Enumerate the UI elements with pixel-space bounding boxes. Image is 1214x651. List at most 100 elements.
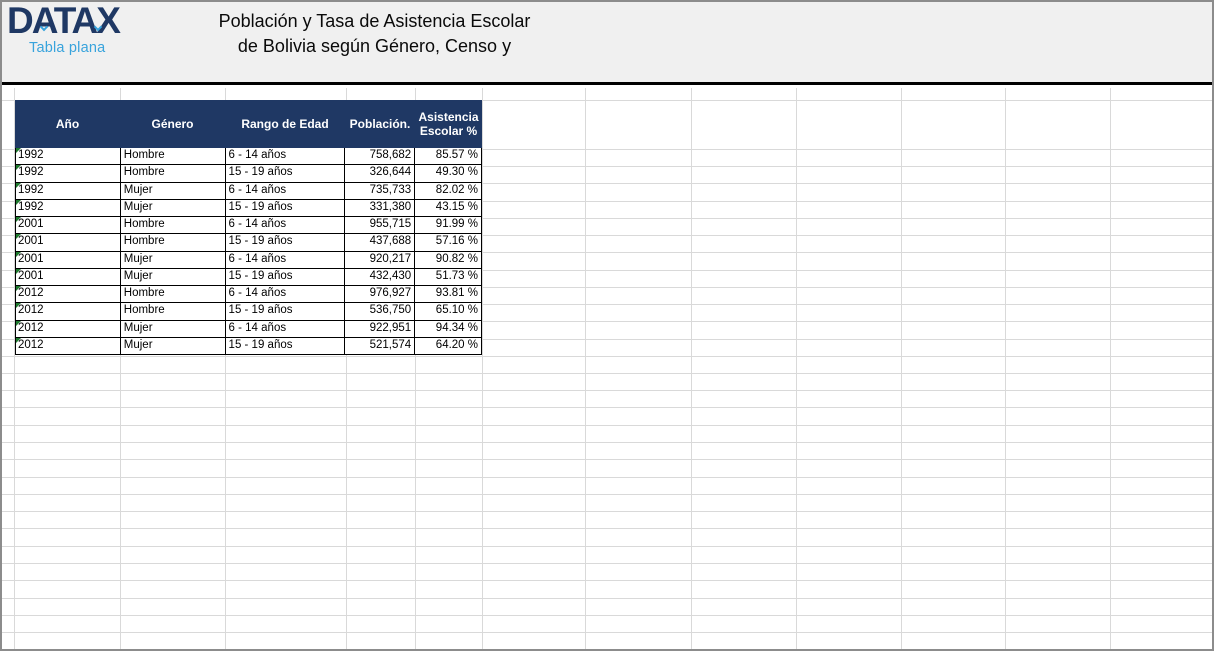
column-header-genero[interactable]: Género [120, 100, 225, 148]
cell-age-range[interactable]: 15 - 19 años [226, 303, 346, 320]
cell-attendance[interactable]: 85.57 % [415, 148, 482, 165]
table-row: 2001 Mujer 15 - 19 años 432,430 51.73 % [16, 268, 482, 286]
cell-population[interactable]: 955,715 [345, 217, 416, 234]
gridline [691, 88, 692, 649]
gridline [2, 632, 1212, 633]
cell-year-value: 2001 [18, 218, 44, 230]
gridline [2, 459, 1212, 460]
cell-year-value: 1992 [18, 166, 44, 179]
cell-year[interactable]: 2001 [16, 234, 121, 251]
error-indicator-icon [16, 268, 21, 274]
cell-attendance[interactable]: 64.20 % [415, 337, 482, 354]
cell-attendance[interactable]: 65.10 % [415, 303, 482, 320]
cell-gender[interactable]: Hombre [121, 165, 226, 182]
cell-year[interactable]: 1992 [16, 182, 121, 199]
cell-population[interactable]: 326,644 [345, 165, 416, 182]
cell-year-value: 2001 [18, 252, 44, 265]
cell-population[interactable]: 432,430 [345, 268, 416, 285]
cell-age-range[interactable]: 6 - 14 años [226, 286, 346, 303]
cell-population[interactable]: 536,750 [345, 303, 416, 320]
cell-gender[interactable]: Hombre [121, 148, 226, 165]
gridline [2, 546, 1212, 547]
error-indicator-icon [16, 199, 21, 205]
cell-age-range[interactable]: 15 - 19 años [226, 337, 346, 354]
table-row: 1992 Mujer 15 - 19 años 331,380 43.15 % [16, 199, 482, 217]
cell-attendance[interactable]: 90.82 % [415, 251, 482, 268]
gridline [1110, 88, 1111, 649]
cell-gender[interactable]: Hombre [121, 217, 226, 234]
error-indicator-icon [16, 165, 21, 171]
cell-population[interactable]: 758,682 [345, 148, 416, 165]
gridline [2, 425, 1212, 426]
cell-year-value: 2001 [18, 235, 44, 248]
cell-gender[interactable]: Mujer [121, 251, 226, 268]
cell-year-value: 2001 [18, 269, 44, 282]
column-header-rango-edad[interactable]: Rango de Edad [225, 100, 345, 148]
cell-age-range[interactable]: 6 - 14 años [226, 320, 346, 337]
gridline [2, 528, 1212, 529]
cell-population[interactable]: 735,733 [345, 182, 416, 199]
gridline [2, 598, 1212, 599]
cell-year-value: 2012 [18, 338, 44, 351]
cell-age-range[interactable]: 6 - 14 años [226, 251, 346, 268]
cell-attendance[interactable]: 57.16 % [415, 234, 482, 251]
cell-population[interactable]: 437,688 [345, 234, 416, 251]
cell-age-range[interactable]: 6 - 14 años [226, 217, 346, 234]
cell-age-range[interactable]: 15 - 19 años [226, 234, 346, 251]
cell-year[interactable]: 2012 [16, 320, 121, 337]
gridline [2, 442, 1212, 443]
cell-year[interactable]: 1992 [16, 165, 121, 182]
cell-gender[interactable]: Hombre [121, 303, 226, 320]
cell-attendance[interactable]: 93.81 % [415, 286, 482, 303]
gridline [2, 563, 1212, 564]
column-header-poblacion[interactable]: Población. [345, 100, 415, 148]
cell-attendance[interactable]: 94.34 % [415, 320, 482, 337]
cell-gender[interactable]: Mujer [121, 199, 226, 216]
cell-gender[interactable]: Mujer [121, 268, 226, 285]
cell-population[interactable]: 922,951 [345, 320, 416, 337]
header-banner: DATAX Tabla plana Población y Tasa de As… [2, 2, 1212, 85]
cell-gender[interactable]: Hombre [121, 286, 226, 303]
cell-year[interactable]: 2012 [16, 303, 121, 320]
cell-attendance[interactable]: 91.99 % [415, 217, 482, 234]
column-header-asistencia[interactable]: Asistencia Escolar % [415, 100, 482, 148]
cell-year[interactable]: 2012 [16, 286, 121, 303]
cell-gender[interactable]: Mujer [121, 182, 226, 199]
cell-attendance[interactable]: 82.02 % [415, 182, 482, 199]
cell-population[interactable]: 521,574 [345, 337, 416, 354]
cell-population[interactable]: 976,927 [345, 286, 416, 303]
cell-population[interactable]: 331,380 [345, 199, 416, 216]
cell-attendance[interactable]: 49.30 % [415, 165, 482, 182]
cell-age-range[interactable]: 6 - 14 años [226, 148, 346, 165]
cell-year-value: 1992 [18, 200, 44, 213]
cell-age-range[interactable]: 15 - 19 años [226, 165, 346, 182]
cell-age-range[interactable]: 6 - 14 años [226, 182, 346, 199]
cell-year[interactable]: 2012 [16, 337, 121, 354]
cell-age-range[interactable]: 15 - 19 años [226, 268, 346, 285]
gridline [2, 356, 1212, 357]
cell-gender[interactable]: Mujer [121, 337, 226, 354]
error-indicator-icon [16, 148, 21, 153]
gridline [2, 580, 1212, 581]
cell-year[interactable]: 2001 [16, 251, 121, 268]
cell-gender[interactable]: Hombre [121, 234, 226, 251]
gridline [2, 511, 1212, 512]
cell-population[interactable]: 920,217 [345, 251, 416, 268]
gridline [2, 390, 1212, 391]
cell-year[interactable]: 2001 [16, 268, 121, 285]
gridline [1005, 88, 1006, 649]
cell-year-value: 2012 [18, 304, 44, 317]
table-row: 2012 Hombre 6 - 14 años 976,927 93.81 % [16, 286, 482, 304]
cell-gender[interactable]: Mujer [121, 320, 226, 337]
page-title-line1: Población y Tasa de Asistencia Escolar [218, 11, 531, 31]
gridline [2, 373, 1212, 374]
cell-attendance[interactable]: 43.15 % [415, 199, 482, 216]
spreadsheet-window: DATAX Tabla plana Población y Tasa de As… [0, 0, 1214, 651]
cell-year[interactable]: 2001 [16, 217, 121, 234]
cell-age-range[interactable]: 15 - 19 años [226, 199, 346, 216]
cell-attendance[interactable]: 51.73 % [415, 268, 482, 285]
cell-year[interactable]: 1992 [16, 199, 121, 216]
column-header-ano[interactable]: Año [15, 100, 120, 148]
cell-year[interactable]: 1992 [16, 148, 121, 165]
table-row: 2001 Hombre 15 - 19 años 437,688 57.16 % [16, 234, 482, 252]
